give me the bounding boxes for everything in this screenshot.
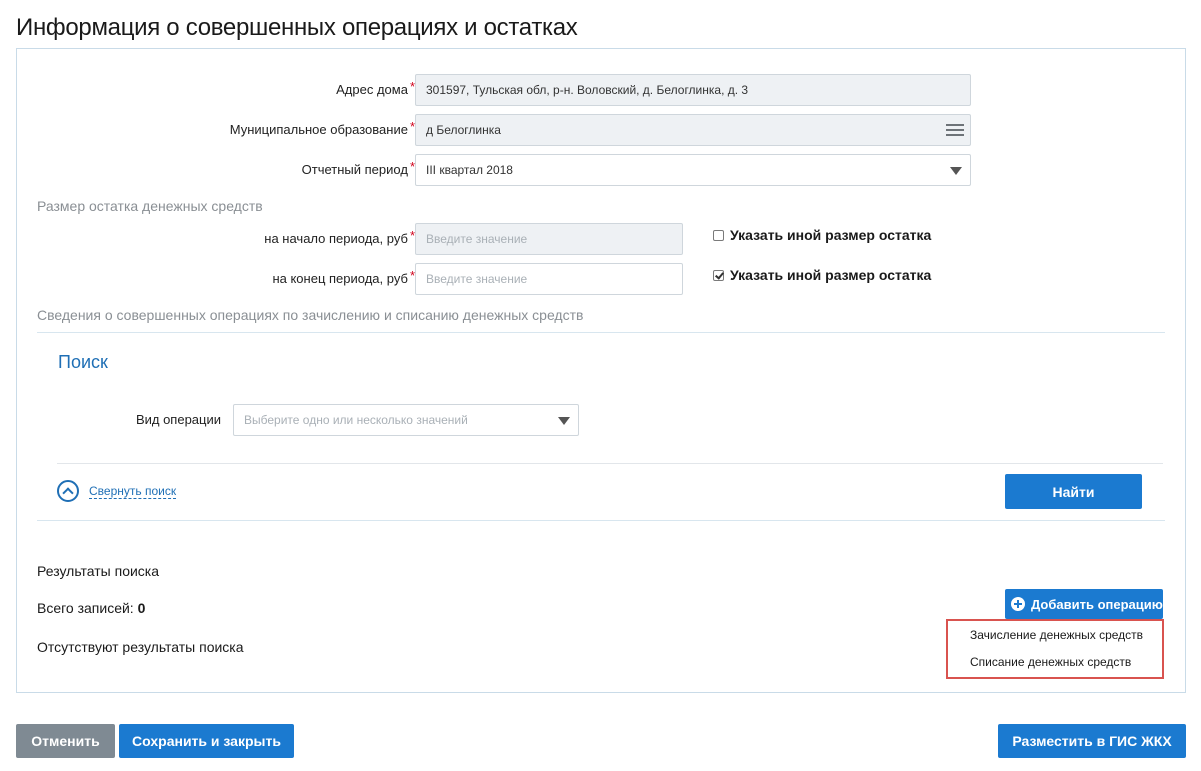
cancel-button[interactable]: Отменить [16, 724, 115, 758]
search-title: Поиск [58, 352, 108, 372]
caret-down-icon [950, 167, 962, 175]
balance-start-label: на начало периода, руб * [264, 228, 415, 246]
operation-type-select[interactable]: Выберите одно или несколько значений [233, 404, 579, 436]
balance-section-title: Размер остатка денежных средств [37, 198, 263, 214]
balance-end-label: на конец периода, руб * [272, 268, 415, 286]
search-box: Поиск Вид операции Выберите одно или нес… [37, 332, 1165, 522]
publish-button[interactable]: Разместить в ГИС ЖКХ [998, 724, 1186, 758]
add-operation-button[interactable]: Добавить операцию [1005, 589, 1163, 619]
results-empty-message: Отсутствуют результаты поиска [37, 639, 244, 655]
period-select[interactable]: III квартал 2018 [415, 154, 971, 186]
address-label: Адрес дома * [336, 79, 415, 97]
balance-end-checkbox-row[interactable]: Указать иной размер остатка [713, 267, 931, 283]
chevron-up-circle-icon[interactable] [57, 480, 79, 502]
find-button[interactable]: Найти [1005, 474, 1142, 509]
balance-start-input[interactable]: Введите значение [415, 223, 683, 255]
period-label: Отчетный период * [301, 159, 415, 177]
add-operation-menu: Зачисление денежных средств Списание ден… [946, 619, 1164, 679]
balance-end-input[interactable]: Введите значение [415, 263, 683, 295]
search-inner-divider [57, 463, 1163, 464]
menu-item-debit[interactable]: Списание денежных средств [970, 655, 1131, 669]
save-close-button[interactable]: Сохранить и закрыть [119, 724, 294, 758]
caret-down-icon [558, 417, 570, 425]
operation-type-label: Вид операции [135, 412, 221, 427]
balance-start-checkbox-row[interactable]: Указать иной размер остатка [713, 227, 931, 243]
results-total: Всего записей: 0 [37, 600, 146, 616]
operations-section-title: Сведения о совершенных операциях по зачи… [37, 307, 584, 323]
municipality-label: Муниципальное образование * [229, 119, 415, 137]
balance-start-checkbox[interactable] [713, 230, 724, 241]
results-title: Результаты поиска [37, 563, 160, 579]
municipality-field[interactable]: д Белоглинка [415, 114, 971, 146]
balance-end-checkbox[interactable] [713, 270, 724, 281]
page-title: Информация о совершенных операциях и ост… [16, 14, 578, 41]
main-panel: Адрес дома * 301597, Тульская обл, р-н. В… [16, 48, 1186, 693]
collapse-search-link[interactable]: Свернуть поиск [57, 480, 177, 502]
results-total-value: 0 [137, 600, 146, 616]
hamburger-icon[interactable] [946, 124, 964, 136]
plus-circle-icon [1011, 596, 1025, 611]
menu-item-credit[interactable]: Зачисление денежных средств [970, 628, 1143, 642]
address-field[interactable]: 301597, Тульская обл, р-н. Воловский, д.… [415, 74, 971, 106]
search-bottom-divider [37, 520, 1165, 521]
